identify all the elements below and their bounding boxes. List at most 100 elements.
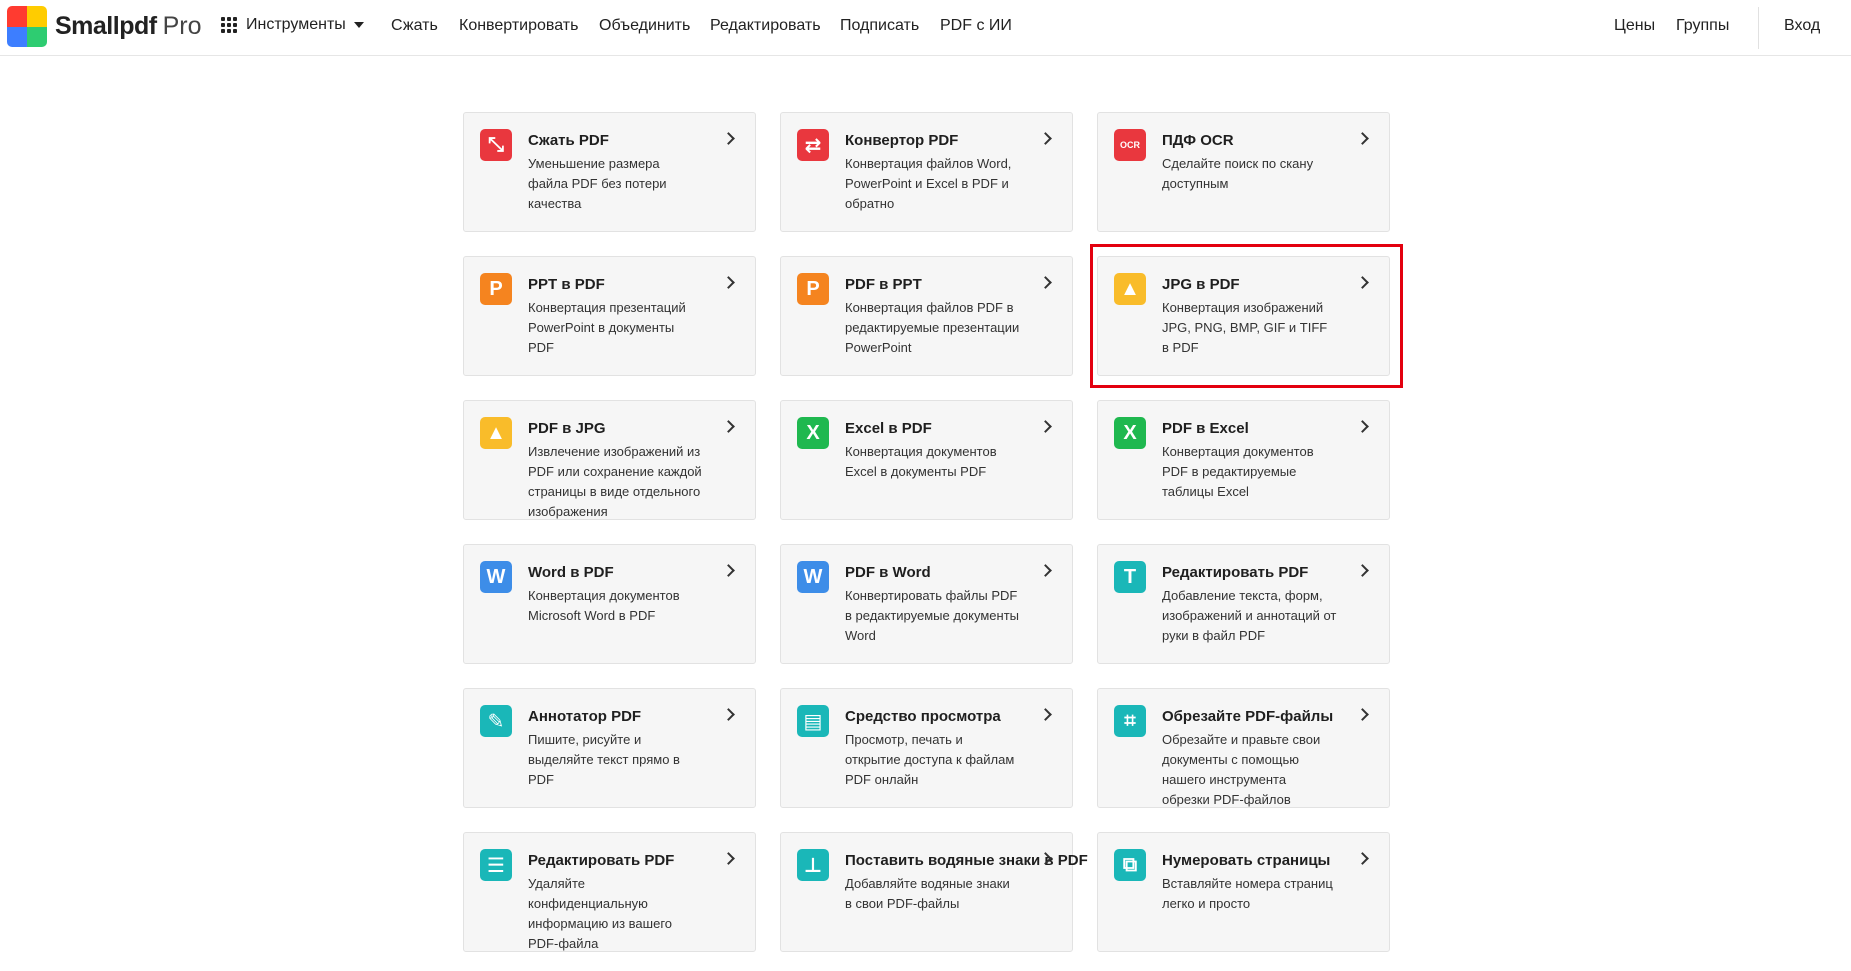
tool-card-description: Конвертация документов Excel в документы… bbox=[845, 444, 997, 479]
tool-card[interactable]: ☰ Редактировать PDF Удаляйте конфиденциаль… bbox=[463, 832, 756, 952]
tool-card-description: Удаляйте конфиденциальную информацию из … bbox=[528, 876, 673, 951]
chevron-right-icon bbox=[1356, 276, 1369, 289]
nav-merge[interactable]: Объединить bbox=[599, 17, 690, 35]
chevron-right-icon bbox=[1356, 564, 1369, 577]
tool-card[interactable]: ⌗ Обрезайте PDF-файлы Обрезайте и правьте … bbox=[1097, 688, 1390, 808]
chevron-right-icon bbox=[722, 852, 735, 865]
chevron-right-icon bbox=[1356, 420, 1369, 433]
word-icon: W bbox=[480, 561, 512, 593]
smallpdf-logo-icon bbox=[7, 6, 47, 47]
image-icon: ▲ bbox=[480, 417, 512, 449]
tool-card-description: Добавляйте водяные знаки в свои PDF-файл… bbox=[845, 876, 1010, 911]
login-button[interactable]: Вход bbox=[1784, 17, 1820, 35]
chevron-right-icon bbox=[722, 276, 735, 289]
tool-card-description: Конвертация файлов PDF в редактируемые п… bbox=[845, 300, 1020, 355]
tool-card-description: Вставляйте номера страниц легко и просто bbox=[1162, 876, 1333, 911]
nav-pdf-ai[interactable]: PDF с ИИ bbox=[940, 17, 1012, 35]
logo-text: Smallpdf bbox=[55, 12, 157, 40]
tool-card[interactable]: X Excel в PDF Конвертация документов Excel… bbox=[780, 400, 1073, 520]
chevron-right-icon bbox=[1039, 420, 1052, 433]
chevron-right-icon bbox=[1039, 708, 1052, 721]
tool-card-description: Пишите, рисуйте и выделяйте текст прямо … bbox=[528, 732, 680, 787]
tool-card[interactable]: OCR ПДФ OCR Сделайте поиск по скану доступ… bbox=[1097, 112, 1390, 232]
nav-convert[interactable]: Конвертировать bbox=[459, 17, 578, 35]
logo-pro-label: Pro bbox=[162, 12, 202, 40]
tool-card-title: PDF в Excel bbox=[1162, 420, 1249, 437]
tool-card-title: PDF в Word bbox=[845, 564, 931, 581]
chevron-right-icon bbox=[722, 708, 735, 721]
tool-card[interactable]: ✎ Аннотатор PDF Пишите, рисуйте и выделяйт… bbox=[463, 688, 756, 808]
nav-teams[interactable]: Группы bbox=[1676, 17, 1729, 35]
chevron-right-icon bbox=[722, 564, 735, 577]
tool-card[interactable]: ▤ Средство просмотра Просмотр, печать и от… bbox=[780, 688, 1073, 808]
chevron-right-icon bbox=[1039, 564, 1052, 577]
tool-card-title: PDF в PPT bbox=[845, 276, 922, 293]
text-edit-icon: T bbox=[1114, 561, 1146, 593]
document-icon: ▤ bbox=[797, 705, 829, 737]
tool-card-title: Сжать PDF bbox=[528, 132, 609, 149]
tool-card[interactable]: W Word в PDF Конвертация документов Micros… bbox=[463, 544, 756, 664]
excel-icon: X bbox=[797, 417, 829, 449]
chevron-right-icon bbox=[1356, 708, 1369, 721]
tools-menu-label: Инструменты bbox=[246, 16, 346, 33]
tool-card[interactable]: P PPT в PDF Конвертация презентаций PowerP… bbox=[463, 256, 756, 376]
nav-sign[interactable]: Подписать bbox=[840, 17, 919, 35]
tool-card-title: JPG в PDF bbox=[1162, 276, 1240, 293]
chevron-right-icon bbox=[1356, 852, 1369, 865]
tool-card-title: Поставить водяные знаки в PDF bbox=[845, 852, 1088, 869]
tool-card-title: ПДФ OCR bbox=[1162, 132, 1234, 149]
tool-card-title: Редактировать PDF bbox=[528, 852, 675, 869]
top-navigation-bar: Smallpdf Pro Инструменты Сжать Конвертир… bbox=[0, 0, 1851, 56]
tool-card-title: Аннотатор PDF bbox=[528, 708, 642, 725]
apps-grid-icon bbox=[221, 17, 237, 33]
tool-card[interactable]: ▲ PDF в JPG Извлечение изображений из PDF … bbox=[463, 400, 756, 520]
tool-card-title: Word в PDF bbox=[528, 564, 614, 581]
stamp-icon: ⊥ bbox=[797, 849, 829, 881]
page-numbers-icon: ⧉ bbox=[1114, 849, 1146, 881]
tool-card-title: PPT в PDF bbox=[528, 276, 605, 293]
tool-card-title: Средство просмотра bbox=[845, 708, 1001, 725]
tool-card-description: Конвертация изображений JPG, PNG, BMP, G… bbox=[1162, 300, 1328, 355]
tool-card-description: Конвертация документов PDF в редактируем… bbox=[1162, 444, 1314, 499]
tool-card[interactable]: W PDF в Word Конвертировать файлы PDF в ре… bbox=[780, 544, 1073, 664]
compress-icon: ⤡ bbox=[480, 129, 512, 161]
tool-card-description: Конвертация документов Microsoft Word в … bbox=[528, 588, 680, 623]
tool-card-description: Конвертировать файлы PDF в редактируемые… bbox=[845, 588, 1019, 643]
image-icon: ▲ bbox=[1114, 273, 1146, 305]
chevron-right-icon bbox=[722, 420, 735, 433]
tool-card[interactable]: ⊥ Поставить водяные знаки в PDF Добавляйте… bbox=[780, 832, 1088, 952]
nav-pricing[interactable]: Цены bbox=[1614, 17, 1655, 35]
nav-compress[interactable]: Сжать bbox=[391, 17, 438, 35]
convert-icon: ⇄ bbox=[797, 129, 829, 161]
powerpoint-icon: P bbox=[480, 273, 512, 305]
tool-card[interactable]: ▲ JPG в PDF Конвертация изображений JPG, P… bbox=[1097, 256, 1390, 376]
tool-card-title: Редактировать PDF bbox=[1162, 564, 1309, 581]
chevron-right-icon bbox=[1039, 276, 1052, 289]
tool-card[interactable]: ⤡ Сжать PDF Уменьшение размера файла PDF б… bbox=[463, 112, 756, 232]
tool-card[interactable]: X PDF в Excel Конвертация документов PDF в… bbox=[1097, 400, 1390, 520]
word-icon: W bbox=[797, 561, 829, 593]
tool-card-title: Нумеровать страницы bbox=[1162, 852, 1331, 869]
tool-card-title: PDF в JPG bbox=[528, 420, 606, 437]
nav-edit[interactable]: Редактировать bbox=[710, 17, 821, 35]
tool-card-description: Уменьшение размера файла PDF без потери … bbox=[528, 156, 667, 211]
tool-card-description: Обрезайте и правьте свои документы с пом… bbox=[1162, 732, 1321, 807]
tool-card[interactable]: ⧉ Нумеровать страницы Вставляйте номера ст… bbox=[1097, 832, 1390, 952]
tool-card-description: Извлечение изображений из PDF или сохран… bbox=[528, 444, 702, 519]
tool-card-description: Конвертация файлов Word, PowerPoint и Ex… bbox=[845, 156, 1012, 211]
tool-card[interactable]: P PDF в PPT Конвертация файлов PDF в редак… bbox=[780, 256, 1073, 376]
excel-icon: X bbox=[1114, 417, 1146, 449]
tool-card[interactable]: T Редактировать PDF Добавление текста, фор… bbox=[1097, 544, 1390, 664]
tool-card-title: Обрезайте PDF-файлы bbox=[1162, 708, 1334, 725]
pencil-icon: ✎ bbox=[480, 705, 512, 737]
ocr-icon: OCR bbox=[1114, 129, 1146, 161]
redact-icon: ☰ bbox=[480, 849, 512, 881]
tool-card-description: Сделайте поиск по скану доступным bbox=[1162, 156, 1314, 191]
powerpoint-icon: P bbox=[797, 273, 829, 305]
tool-card-description: Просмотр, печать и открытие доступа к фа… bbox=[845, 732, 1015, 787]
smallpdf-logo[interactable]: Smallpdf Pro bbox=[7, 6, 201, 47]
tool-card[interactable]: ⇄ Конвертор PDF Конвертация файлов Word, P… bbox=[780, 112, 1073, 232]
tools-menu-button[interactable]: Инструменты bbox=[221, 16, 364, 34]
nav-divider bbox=[1758, 7, 1759, 49]
crop-icon: ⌗ bbox=[1114, 705, 1146, 737]
